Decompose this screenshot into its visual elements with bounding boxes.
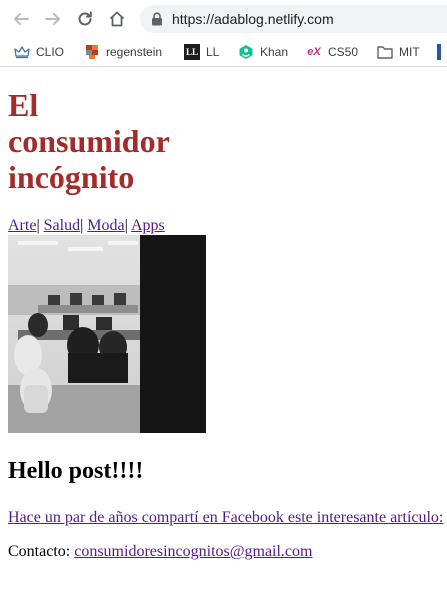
bookmark-label: MIT bbox=[399, 45, 420, 59]
word-icon bbox=[437, 44, 441, 60]
contact-label: Contacto: bbox=[8, 543, 71, 560]
bookmark-label: LL bbox=[206, 45, 220, 59]
folder-icon bbox=[377, 44, 393, 60]
nav-link-salud[interactable]: Salud bbox=[44, 217, 80, 234]
bookmark-regenstein[interactable]: regenstein bbox=[84, 44, 162, 60]
post-title: Hello post!!!! bbox=[8, 458, 144, 484]
khan-icon bbox=[238, 44, 254, 60]
site-title: El consumidor incógnito bbox=[8, 87, 170, 195]
edx-icon: eX bbox=[307, 46, 321, 58]
crown-icon bbox=[14, 44, 30, 60]
bookmark-khan[interactable]: Khan bbox=[238, 44, 288, 60]
bookmark-label: Khan bbox=[260, 45, 289, 59]
back-button[interactable] bbox=[10, 8, 32, 30]
bookmark-label: regenstein bbox=[106, 45, 163, 59]
reload-icon bbox=[78, 11, 92, 26]
forward-button[interactable] bbox=[42, 8, 64, 30]
ll-icon: LL bbox=[184, 44, 200, 60]
post-link[interactable]: Hace un par de años compartí en Facebook… bbox=[8, 509, 447, 527]
reload-button[interactable] bbox=[74, 8, 96, 30]
bookmark-mit[interactable]: MIT bbox=[377, 44, 420, 60]
nav-link-apps[interactable]: Apps bbox=[131, 217, 165, 234]
contact-line: Contacto: consumidoresincognitos@gmail.c… bbox=[8, 543, 447, 561]
home-icon bbox=[109, 11, 125, 27]
bookmark-cs50[interactable]: eX CS50 bbox=[306, 44, 358, 60]
home-button[interactable] bbox=[106, 8, 128, 30]
bookmark-label: CLIO bbox=[36, 45, 65, 59]
browser-toolbar: https://adablog.netlify.com bbox=[0, 0, 447, 38]
bookmark-clio[interactable]: CLIO bbox=[14, 44, 64, 60]
arrow-right-icon bbox=[45, 13, 60, 25]
nav-separator: | bbox=[36, 217, 40, 234]
post-photo bbox=[8, 235, 206, 433]
bookmark-label: CS50 bbox=[328, 45, 359, 59]
regenstein-icon bbox=[84, 44, 100, 60]
bookmark-ll[interactable]: LL LL bbox=[184, 44, 219, 60]
nav-link-moda[interactable]: Moda bbox=[87, 217, 124, 234]
address-bar[interactable]: https://adablog.netlify.com bbox=[140, 5, 447, 33]
nav-separator: | bbox=[124, 217, 128, 234]
bookmark-overflow[interactable] bbox=[437, 44, 447, 60]
bookmarks-bar: CLIO regenstein LL LL Khan eX CS50 MIT bbox=[0, 38, 447, 67]
page-content: El consumidor incógnito Arte| Salud| Mod… bbox=[8, 67, 447, 561]
nav-link-arte[interactable]: Arte bbox=[8, 217, 36, 234]
category-nav: Arte| Salud| Moda| Apps bbox=[8, 217, 447, 235]
lock-icon bbox=[152, 12, 162, 26]
nav-separator: | bbox=[80, 217, 84, 234]
url-text: https://adablog.netlify.com bbox=[172, 11, 334, 27]
arrow-left-icon bbox=[14, 13, 29, 25]
contact-email-link[interactable]: consumidoresincognitos@gmail.com bbox=[74, 543, 312, 560]
